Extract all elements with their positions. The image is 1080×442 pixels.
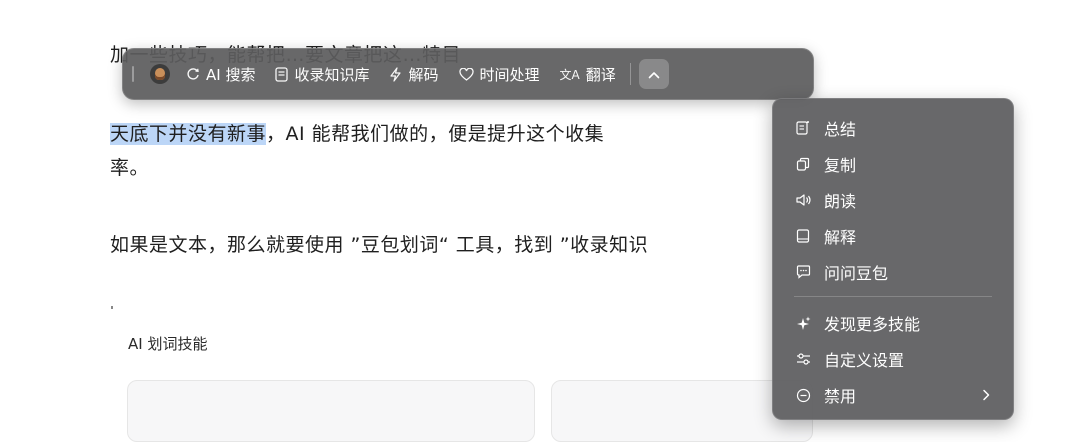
chevron-up-icon <box>648 65 660 83</box>
translate-label: 翻译 <box>585 65 616 84</box>
menu-item-label: 自定义设置 <box>824 351 905 370</box>
chat-icon <box>796 265 818 279</box>
menu-item-summary[interactable]: 总结 <box>772 110 1014 146</box>
menu-divider <box>794 296 992 297</box>
menu-item-label: 朗读 <box>824 192 857 211</box>
selected-text[interactable]: 天底下并没有新事 <box>110 123 267 145</box>
ai-search-button[interactable]: AI 搜索 <box>186 64 255 85</box>
summary-icon <box>796 121 818 135</box>
copy-icon <box>796 157 818 171</box>
more-actions-menu: 总结 复制 朗读 解释 问问豆包 发现更多技能 自定义设置 禁用 <box>772 98 1014 420</box>
doc-paragraph-line: 率。 <box>110 157 150 179</box>
heart-icon <box>458 67 474 81</box>
menu-item-label: 禁用 <box>824 387 857 406</box>
doc-paragraph-line: 如果是文本，那么就要使用 ”豆包划词“ 工具，找到 ”收录知识 <box>110 234 649 256</box>
menu-item-label: 解释 <box>824 228 857 247</box>
sliders-icon <box>796 352 818 366</box>
ai-search-label: AI 搜索 <box>206 65 256 84</box>
menu-item-label: 总结 <box>824 120 857 139</box>
translate-button[interactable]: 文A 翻译 <box>560 64 616 85</box>
translate-icon: 文A <box>559 67 580 82</box>
selection-toolbar: AI 搜索 收录知识库 解码 时间处理 文A 翻译 <box>122 48 814 100</box>
avatar[interactable] <box>150 64 170 84</box>
knowledge-base-icon <box>275 66 289 82</box>
menu-item-label: 发现更多技能 <box>824 315 921 334</box>
menu-item-copy[interactable]: 复制 <box>772 146 1014 182</box>
paragraph-text: ，AI 能帮我们做的，便是提升这个收集 <box>266 123 605 145</box>
menu-item-disable[interactable]: 禁用 <box>772 377 1014 413</box>
chevron-right-icon <box>982 386 990 405</box>
toolbar-divider <box>629 63 631 85</box>
doc-paragraph-line: 天底下并没有新事，AI 能帮我们做的，便是提升这个收集 <box>110 119 604 146</box>
menu-item-label: 问问豆包 <box>824 264 889 283</box>
sparkle-icon <box>796 316 818 331</box>
knowledge-base-label: 收录知识库 <box>294 65 370 84</box>
menu-item-label: 复制 <box>824 156 857 175</box>
expand-toggle-button[interactable] <box>638 59 669 89</box>
menu-item-discover-skills[interactable]: 发现更多技能 <box>772 305 1014 341</box>
menu-item-custom-settings[interactable]: 自定义设置 <box>772 341 1014 377</box>
decode-label: 解码 <box>408 65 439 84</box>
knowledge-base-button[interactable]: 收录知识库 <box>275 64 369 85</box>
skill-card[interactable] <box>127 380 535 442</box>
ai-search-icon <box>186 67 200 81</box>
drag-handle[interactable] <box>132 66 134 82</box>
menu-item-ask-doubao[interactable]: 问问豆包 <box>772 254 1014 290</box>
decode-button[interactable]: 解码 <box>389 64 439 85</box>
book-icon <box>796 229 818 243</box>
menu-item-read-aloud[interactable]: 朗读 <box>772 182 1014 218</box>
disable-icon <box>796 388 818 403</box>
text-cursor <box>111 306 113 309</box>
section-title: AI 划词技能 <box>128 335 208 353</box>
time-process-label: 时间处理 <box>479 65 540 84</box>
speaker-icon <box>796 193 818 207</box>
time-process-button[interactable]: 时间处理 <box>458 64 540 85</box>
decode-icon <box>389 66 402 82</box>
menu-item-explain[interactable]: 解释 <box>772 218 1014 254</box>
